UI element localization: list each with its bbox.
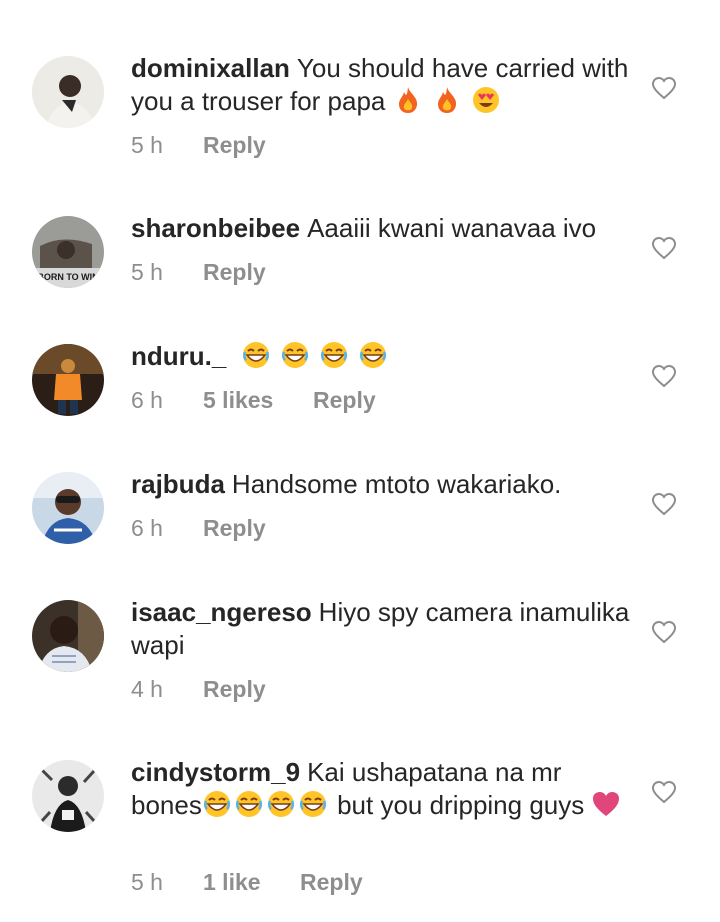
- comment-username[interactable]: cindystorm_9: [131, 757, 300, 787]
- grin-laugh-emoji-icon: [235, 791, 262, 817]
- grin-laugh-emoji-icon: [281, 342, 308, 368]
- grin-laugh-emoji-icon: [321, 342, 348, 368]
- heart-outline-icon[interactable]: [651, 364, 677, 388]
- reply-button[interactable]: Reply: [313, 387, 376, 414]
- avatar[interactable]: [32, 344, 104, 416]
- comment-meta: 5 h 1 like Reply: [131, 869, 363, 896]
- avatar[interactable]: [32, 600, 104, 672]
- comment-meta: 5 h Reply: [131, 259, 266, 286]
- avatar[interactable]: [32, 472, 104, 544]
- comment-text: Aaaiii kwani wanavaa ivo: [307, 213, 597, 243]
- avatar[interactable]: [32, 56, 104, 128]
- reply-button[interactable]: Reply: [203, 132, 266, 159]
- comment-meta: 6 h Reply: [131, 515, 266, 542]
- likes-count[interactable]: 5 likes: [203, 387, 313, 414]
- likes-count[interactable]: 1 like: [203, 869, 300, 896]
- comment-text-tail: but you dripping guys: [337, 790, 585, 820]
- comment-body: nduru._: [131, 340, 631, 373]
- comment-body: isaac_ngereso Hiyo spy camera inamulika w…: [131, 596, 631, 662]
- heart-eyes-emoji-icon: [473, 87, 500, 113]
- avatar-caption: BORN TO WIN: [37, 272, 98, 282]
- comment-meta: 5 h Reply: [131, 132, 266, 159]
- grin-laugh-emoji-icon: [203, 791, 230, 817]
- comment-text: Handsome mtoto wakariako.: [231, 469, 562, 499]
- comment-body: dominixallan You should have carried with…: [131, 52, 631, 118]
- comment-meta: 6 h 5 likes Reply: [131, 387, 376, 414]
- grin-laugh-emoji-icon: [299, 791, 326, 817]
- heart-outline-icon[interactable]: [651, 620, 677, 644]
- fire-emoji-icon: [398, 87, 417, 113]
- avatar[interactable]: [32, 760, 104, 832]
- pink-heart-emoji-icon: [593, 792, 620, 816]
- heart-outline-icon[interactable]: [651, 492, 677, 516]
- avatar[interactable]: BORN TO WIN: [32, 216, 104, 288]
- comment-username[interactable]: nduru._: [131, 341, 226, 371]
- fire-emoji-icon: [437, 87, 456, 113]
- heart-outline-icon[interactable]: [651, 236, 677, 260]
- grin-laugh-emoji-icon: [360, 342, 387, 368]
- grin-laugh-emoji-icon: [242, 342, 269, 368]
- comment-time: 6 h: [131, 515, 163, 541]
- heart-outline-icon[interactable]: [651, 76, 677, 100]
- comment-time: 5 h: [131, 132, 163, 158]
- comment-body: cindystorm_9 Kai ushapatana na mr bones b…: [131, 756, 631, 822]
- comment-body: rajbuda Handsome mtoto wakariako.: [131, 468, 631, 501]
- comment-username[interactable]: dominixallan: [131, 53, 290, 83]
- comment-time: 4 h: [131, 676, 163, 702]
- comment-meta: 4 h Reply: [131, 676, 266, 703]
- comment-username[interactable]: isaac_ngereso: [131, 597, 312, 627]
- reply-button[interactable]: Reply: [203, 259, 266, 286]
- comment-time: 5 h: [131, 259, 163, 285]
- comment-username[interactable]: sharonbeibee: [131, 213, 300, 243]
- comment-body: sharonbeibee Aaaiii kwani wanavaa ivo: [131, 212, 631, 245]
- heart-outline-icon[interactable]: [651, 780, 677, 804]
- reply-button[interactable]: Reply: [203, 515, 266, 542]
- reply-button[interactable]: Reply: [300, 869, 363, 896]
- grin-laugh-emoji-icon: [267, 791, 294, 817]
- reply-button[interactable]: Reply: [203, 676, 266, 703]
- comment-time: 6 h: [131, 387, 163, 413]
- comment-username[interactable]: rajbuda: [131, 469, 225, 499]
- comment-time: 5 h: [131, 869, 163, 895]
